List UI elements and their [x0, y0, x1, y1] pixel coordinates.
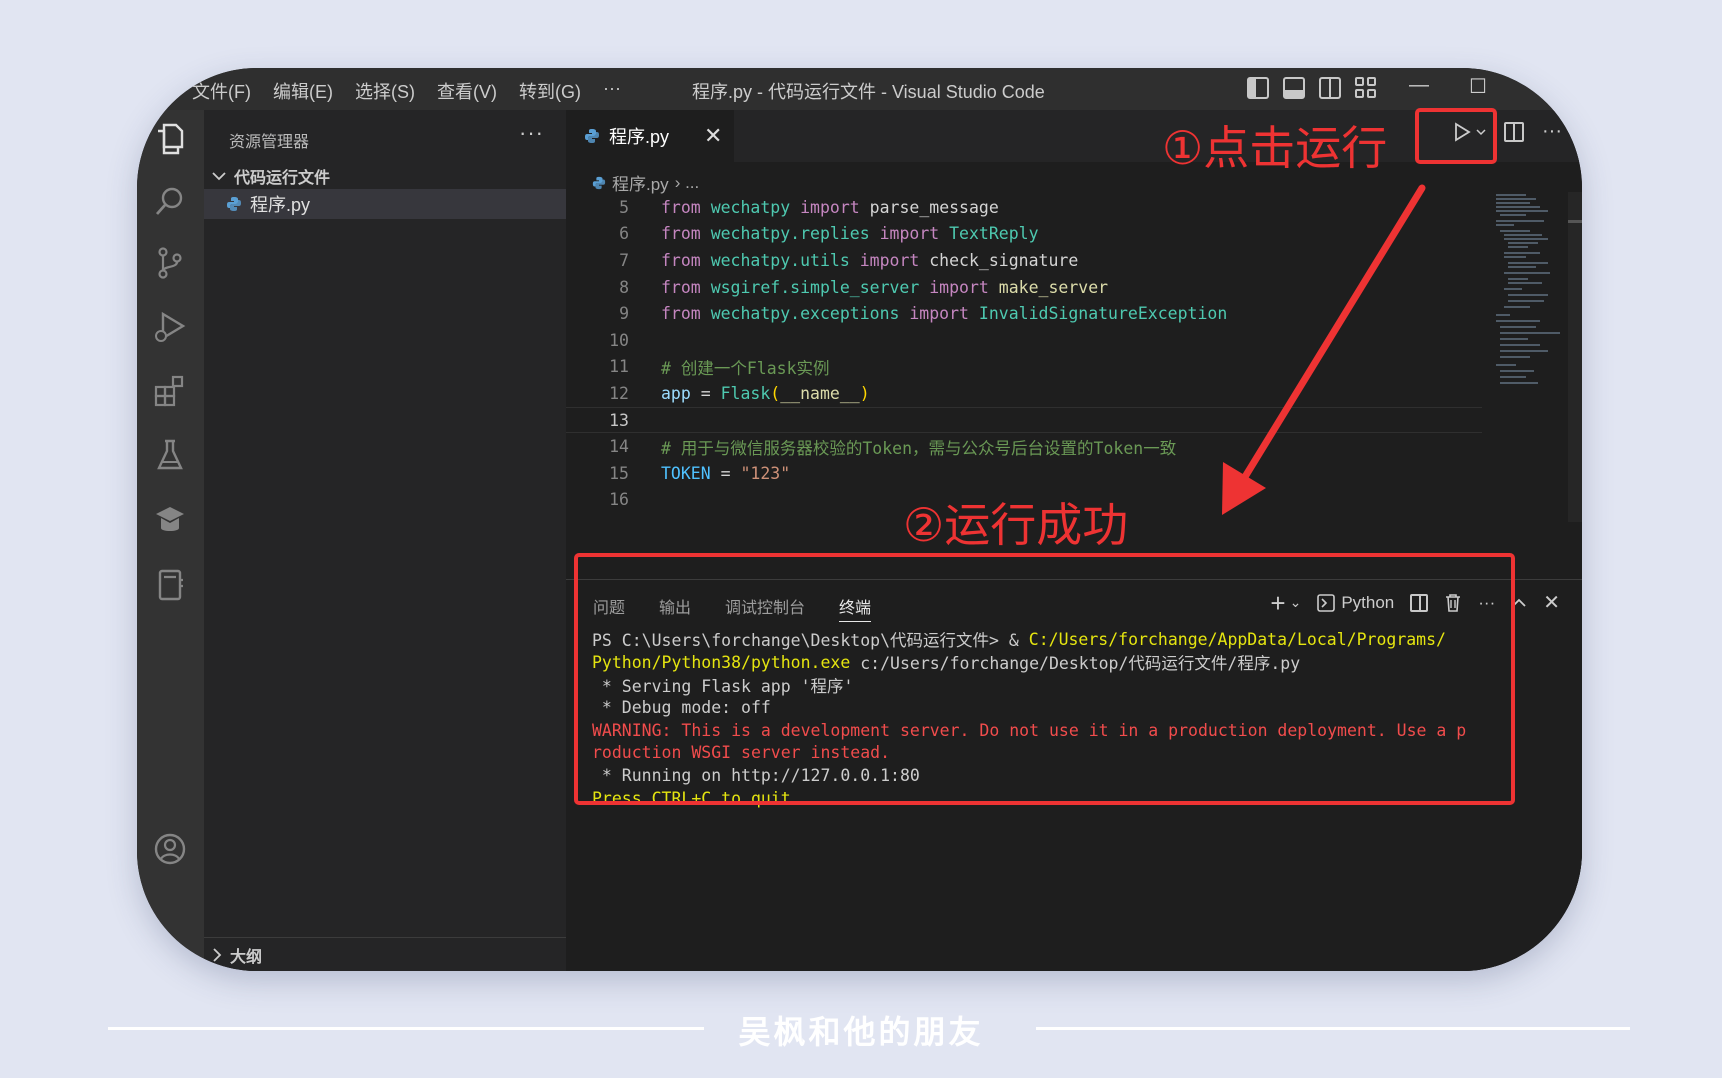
footer-watermark: 吴枫和他的朋友	[738, 1014, 984, 1050]
annotation-arrow	[1222, 184, 1426, 515]
